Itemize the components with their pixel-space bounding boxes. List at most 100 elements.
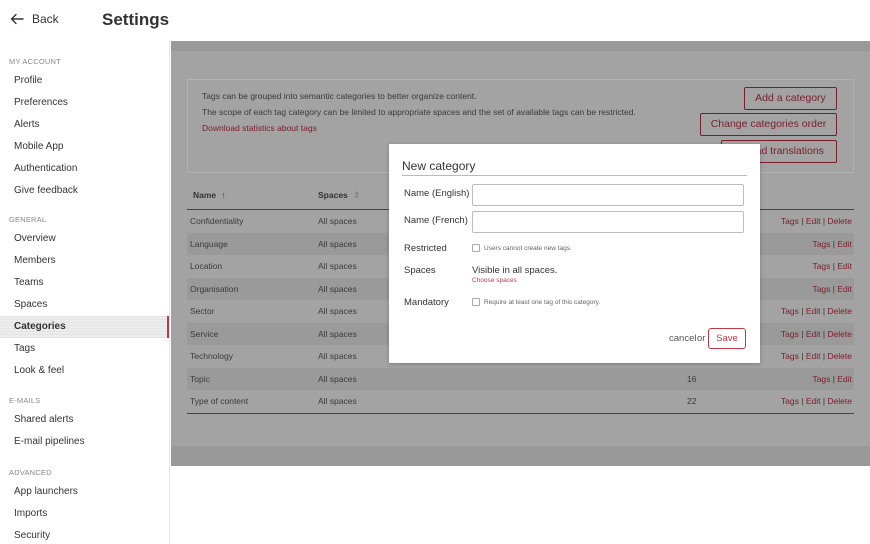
category-spaces: All spaces (318, 373, 357, 384)
download-stats-link[interactable]: Download statistics about tags (202, 123, 317, 133)
name-column-header[interactable]: Name ↑ (193, 190, 226, 200)
delete-link[interactable]: Delete (827, 329, 852, 339)
sidebar-item-members[interactable]: Members (0, 250, 169, 272)
delete-link[interactable]: Delete (827, 216, 852, 226)
edit-link[interactable]: Edit (806, 216, 821, 226)
sidebar-section: GENERAL Overview Members Teams Spaces Categor… (0, 215, 169, 382)
delete-link[interactable]: Delete (827, 351, 852, 361)
delete-link[interactable]: Delete (827, 396, 852, 406)
table-row: Type of content All spaces 22 Tags | Edit |… (187, 390, 854, 413)
mandatory-text: Require at least one tag of this categor… (484, 298, 601, 306)
sidebar-item-security[interactable]: Security (0, 525, 169, 544)
category-name: Language (190, 238, 228, 249)
action-separator: | (798, 328, 806, 339)
sidebar-section-title: MY ACCOUNT (9, 57, 61, 66)
sidebar-section-title: ADVANCED (9, 468, 52, 477)
edit-link[interactable]: Edit (837, 261, 852, 271)
page-title: Settings (102, 10, 170, 29)
table-row: Topic All spaces 16 Tags | Edit (187, 367, 854, 390)
category-name: Location (190, 261, 223, 271)
sidebar-item-mobile-app[interactable]: Mobile App (0, 136, 169, 158)
category-spaces: All spaces (318, 306, 357, 316)
tag-count: 22 (687, 396, 697, 406)
sidebar-item-profile[interactable]: Profile (0, 70, 169, 92)
sidebar-item-app-launchers[interactable]: App launchers (0, 481, 169, 503)
category-spaces: All spaces (318, 238, 357, 249)
tags-link[interactable]: Tags (781, 351, 799, 361)
name-french-label: Name (French) (404, 215, 468, 226)
sidebar-item-authentication[interactable]: Authentication (0, 158, 169, 180)
modal-title: New category (402, 159, 476, 173)
category-name: Sector (190, 306, 215, 316)
tags-link[interactable]: Tags (781, 306, 799, 316)
edit-link[interactable]: Edit (837, 374, 852, 384)
row-actions: Tags | Edit | Delete (781, 216, 852, 226)
info-text-1: Tags can be grouped into semantic catego… (202, 91, 477, 101)
category-name: Confidentiality (190, 216, 244, 226)
edit-link[interactable]: Edit (837, 284, 852, 294)
sidebar-section: E-MAILS Shared alerts E-mail pipelines (0, 396, 169, 453)
restricted-label: Restricted (404, 243, 447, 254)
category-name: Technology (190, 351, 234, 361)
sidebar-item-spaces[interactable]: Spaces (0, 294, 169, 316)
edit-link[interactable]: Edit (806, 329, 821, 339)
action-separator: | (798, 396, 806, 406)
edit-link[interactable]: Edit (806, 396, 821, 406)
category-spaces: All spaces (318, 351, 357, 361)
sidebar-item-tags[interactable]: Tags (0, 338, 169, 360)
back-button[interactable]: Back (10, 12, 59, 26)
row-actions: Tags | Edit | Delete (781, 351, 852, 361)
tags-link[interactable]: Tags (781, 329, 799, 339)
tags-link[interactable]: Tags (781, 396, 799, 406)
category-spaces: All spaces (318, 396, 357, 406)
table-bottom-border (187, 412, 854, 414)
delete-link[interactable]: Delete (827, 306, 852, 316)
sidebar-item-shared-alerts[interactable]: Shared alerts (0, 409, 169, 431)
restricted-checkbox[interactable]: Users cannot create new tags. (472, 244, 572, 252)
tags-link[interactable]: Tags (812, 261, 830, 271)
add-category-button[interactable]: Add a category (744, 87, 837, 110)
edit-link[interactable]: Edit (806, 351, 821, 361)
sidebar-section-title: GENERAL (9, 215, 47, 224)
category-spaces: All spaces (318, 216, 357, 226)
sidebar-item-teams[interactable]: Teams (0, 272, 169, 294)
edit-link[interactable]: Edit (837, 239, 852, 249)
edit-link[interactable]: Edit (806, 306, 821, 316)
name-english-input[interactable] (472, 184, 744, 206)
sort-asc-icon: ↑ (221, 190, 226, 200)
spaces-label: Spaces (404, 265, 436, 276)
arrow-left-icon (10, 13, 24, 25)
tags-link[interactable]: Tags (781, 216, 799, 226)
tags-link[interactable]: Tags (812, 239, 830, 249)
row-actions: Tags | Edit (812, 374, 852, 384)
tags-link[interactable]: Tags (812, 374, 830, 384)
row-actions: Tags | Edit (812, 239, 852, 249)
row-actions: Tags | Edit | Delete (781, 396, 852, 406)
sidebar: MY ACCOUNT Profile Preferences Alerts Mobile… (0, 41, 170, 544)
sidebar-item-imports[interactable]: Imports (0, 503, 169, 525)
save-button[interactable]: Save (708, 328, 746, 349)
category-spaces: All spaces (318, 261, 357, 271)
mandatory-checkbox[interactable]: Require at least one tag of this categor… (472, 298, 600, 306)
cancel-link[interactable]: cancel (669, 333, 696, 344)
name-french-input[interactable] (472, 211, 744, 233)
main-bottom-area (171, 466, 870, 544)
or-text: or (697, 333, 706, 344)
category-name: Type of content (190, 396, 249, 406)
spaces-column-header[interactable]: Spaces ⇕ (318, 190, 360, 201)
sidebar-item-e-mail-pipelines[interactable]: E-mail pipelines (0, 431, 169, 453)
sidebar-item-preferences[interactable]: Preferences (0, 92, 169, 114)
new-category-modal: New category Name (English) Name (French… (389, 144, 760, 363)
category-name: Topic (190, 373, 210, 384)
sidebar-item-alerts[interactable]: Alerts (0, 114, 169, 136)
restricted-text: Users cannot create new tags. (484, 244, 572, 252)
sidebar-item-categories[interactable]: Categories (0, 316, 169, 338)
tag-count: 16 (687, 373, 697, 384)
action-separator: | (798, 216, 806, 226)
change-order-button[interactable]: Change categories order (700, 113, 837, 136)
sidebar-item-give-feedback[interactable]: Give feedback (0, 180, 169, 202)
choose-spaces-link[interactable]: Choose spaces (472, 277, 517, 284)
tags-link[interactable]: Tags (812, 284, 830, 294)
sidebar-item-look-feel[interactable]: Look & feel (0, 360, 169, 382)
sidebar-item-overview[interactable]: Overview (0, 228, 169, 250)
